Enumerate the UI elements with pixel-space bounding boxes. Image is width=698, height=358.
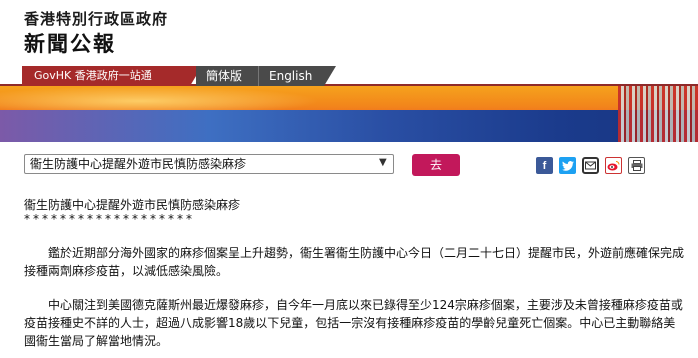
govhk-link[interactable]: GovHK 香港政府一站通: [22, 66, 202, 86]
title-separator: *******************: [24, 212, 195, 226]
english-link[interactable]: English: [258, 66, 336, 86]
weibo-icon[interactable]: [605, 157, 622, 174]
twitter-icon[interactable]: [559, 157, 576, 174]
facebook-icon[interactable]: f: [536, 157, 553, 174]
article-paragraph-1: 鑑於近期部分海外國家的麻疹個案呈上升趨勢，衞生署衞生防護中心今日（二月二十七日）…: [24, 246, 685, 278]
email-icon[interactable]: [582, 157, 599, 174]
simplified-chinese-link[interactable]: 簡体版: [196, 66, 258, 86]
article-title: 衞生防護中心提醒外遊市民慎防感染麻疹: [24, 198, 241, 212]
select-value: 衞生防護中心提醒外遊市民慎防感染麻疹: [30, 157, 247, 171]
article-paragraph-2: 中心關注到美國德克薩斯州最近爆發麻疹，自今年一月底以來已錄得至少124宗麻疹個案…: [24, 298, 683, 348]
go-button[interactable]: 去: [412, 154, 460, 176]
print-icon[interactable]: [628, 157, 645, 174]
chevron-down-icon: ▼: [379, 157, 387, 168]
banner-image: [0, 86, 698, 142]
press-release-title: 新聞公報: [24, 32, 116, 56]
press-release-select[interactable]: 衞生防護中心提醒外遊市民慎防感染麻疹 ▼: [24, 154, 394, 174]
share-toolbar: f: [536, 157, 645, 174]
gov-title: 香港特別行政區政府: [24, 10, 169, 28]
